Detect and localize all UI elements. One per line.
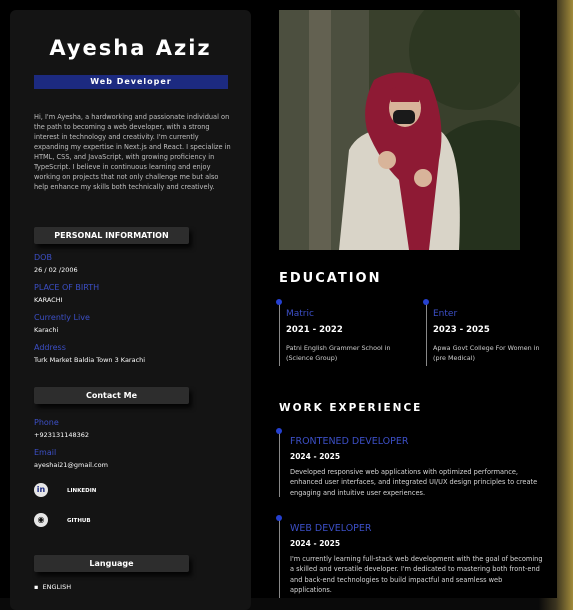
education-dot [423, 299, 429, 305]
dob-value: 26 / 02 /2006 [34, 266, 78, 274]
job-title: FRONTENED DEVELOPER [290, 436, 409, 447]
phone-label: Phone [34, 418, 59, 427]
work-experience-heading: WORK EXPERIENCE [279, 402, 423, 414]
job-description: Developed responsive web applications wi… [290, 468, 538, 497]
work-dot [276, 515, 282, 521]
role-badge: Web Developer [34, 75, 228, 89]
language-heading: Language [34, 555, 189, 572]
education-institution: Patni English Grammer School in (Science… [286, 344, 391, 362]
education-level: Matric [286, 309, 314, 319]
linkedin-icon[interactable]: in [34, 483, 48, 497]
sidebar: Ayesha Aziz Web Developer Hi, I'm Ayesha… [10, 10, 251, 610]
education-timeline-line [279, 302, 280, 366]
contact-heading: Contact Me [34, 387, 189, 404]
education-dot [276, 299, 282, 305]
github-link[interactable]: GITHUB [67, 518, 91, 524]
education-timeline-line [426, 302, 427, 366]
profile-name: Ayesha Aziz [49, 36, 212, 60]
language-item: ▪ ENGLISH [34, 583, 72, 591]
language-item-label: ENGLISH [42, 583, 72, 591]
personal-info-heading: PERSONAL INFORMATION [34, 227, 189, 244]
profile-photo-illustration [279, 10, 520, 250]
work-timeline-line [279, 431, 280, 497]
email-label: Email [34, 448, 57, 457]
education-years: 2021 - 2022 [286, 325, 343, 335]
current-live-label: Currently Live [34, 313, 90, 322]
birthplace-label: PLACE OF BIRTH [34, 283, 100, 292]
email-value[interactable]: ayeshai21@gmail.com [34, 461, 108, 469]
phone-value: +923131148362 [34, 431, 90, 439]
job-description: I'm currently learning full-stack web de… [290, 555, 543, 594]
work-timeline-line [279, 518, 280, 598]
dob-label: DOB [34, 253, 52, 262]
education-level: Enter [433, 309, 458, 319]
linkedin-link[interactable]: LINKEDIN [67, 488, 96, 494]
address-value: Turk Market Baldia Town 3 Karachi [34, 356, 146, 364]
job-title: WEB DEVELOPER [290, 523, 372, 534]
bio-text: Hi, I'm Ayesha, a hardworking and passio… [34, 113, 231, 191]
current-live-value: Karachi [34, 326, 59, 334]
birthplace-value: KARACHI [34, 296, 63, 304]
education-years: 2023 - 2025 [433, 325, 490, 335]
work-dot [276, 428, 282, 434]
profile-photo [279, 10, 520, 250]
job-years: 2024 - 2025 [290, 452, 341, 461]
job-years: 2024 - 2025 [290, 539, 341, 548]
education-institution: Apwa Govt College For Women in (pre Medi… [433, 344, 540, 362]
resume-page: Ayesha Aziz Web Developer Hi, I'm Ayesha… [0, 0, 557, 610]
github-icon[interactable]: ◉ [34, 513, 48, 527]
address-label: Address [34, 343, 66, 352]
education-heading: EDUCATION [279, 271, 382, 286]
